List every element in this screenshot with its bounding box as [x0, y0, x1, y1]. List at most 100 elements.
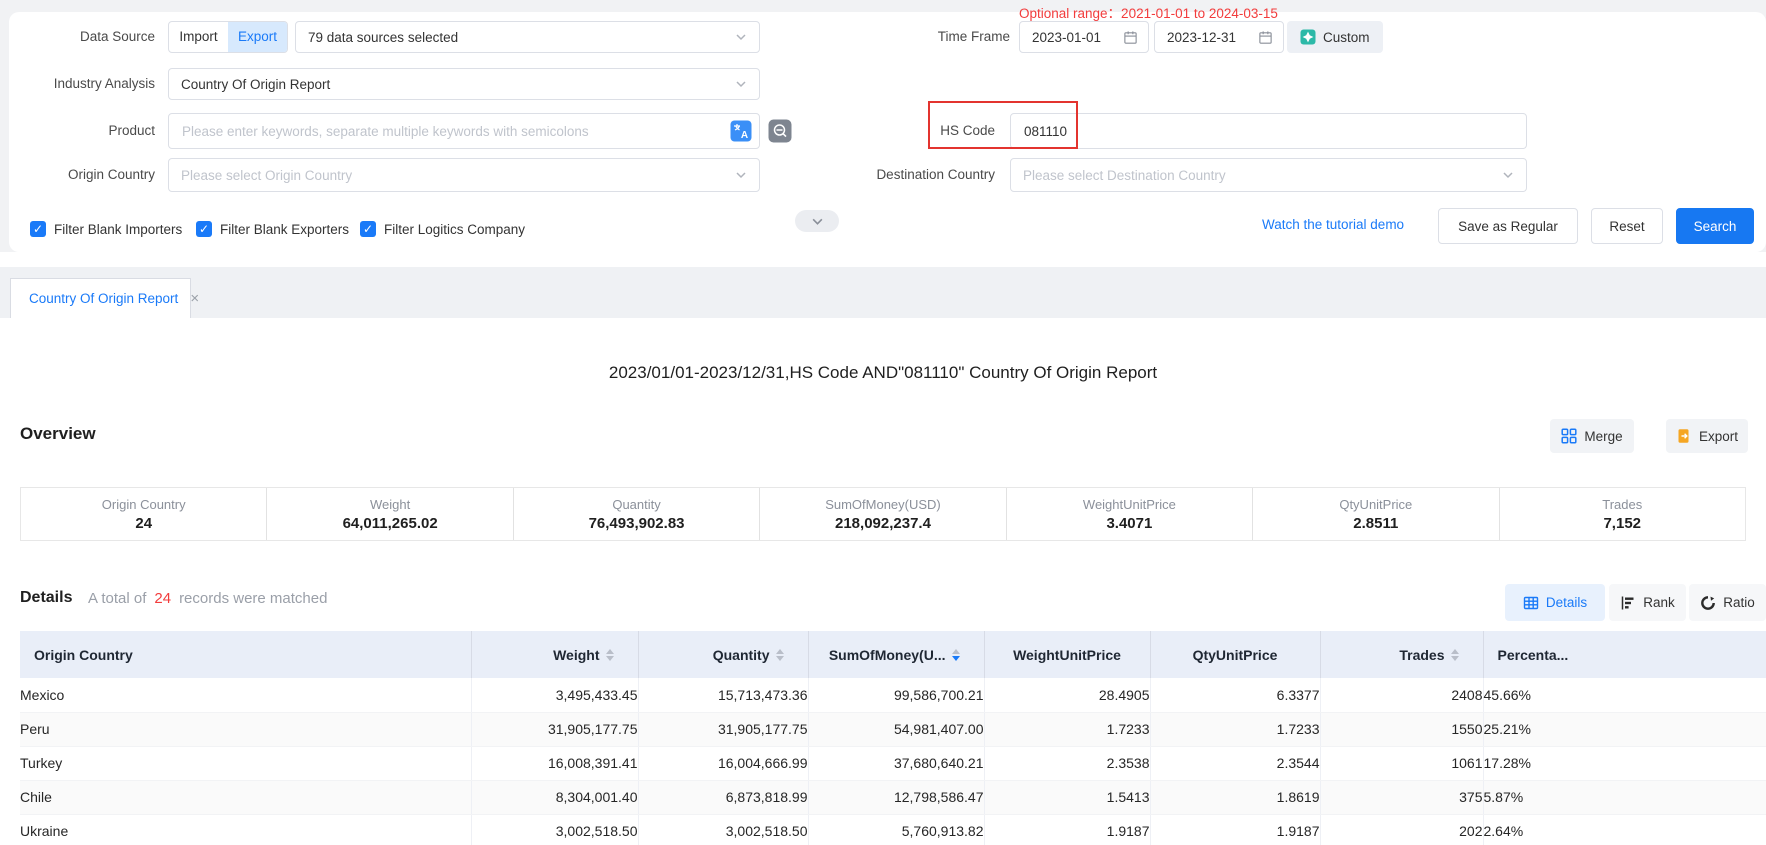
- cell-trades: 1550: [1320, 712, 1483, 746]
- checkbox-label: Filter Blank Exporters: [220, 222, 349, 237]
- start-date-input[interactable]: 2023-01-01: [1019, 21, 1149, 53]
- custom-label: Custom: [1323, 30, 1370, 45]
- cell-weight: 3,002,518.50: [471, 814, 638, 845]
- sort-icon[interactable]: [1451, 649, 1459, 661]
- hs-code-input[interactable]: [1010, 113, 1527, 149]
- export-file-icon: [1676, 428, 1692, 444]
- col-trades[interactable]: Trades: [1320, 631, 1483, 678]
- end-date-value: 2023-12-31: [1167, 30, 1258, 45]
- tab-country-of-origin-report[interactable]: Country Of Origin Report ×: [10, 278, 191, 318]
- cell-percentage: 45.66%: [1483, 678, 1766, 712]
- svg-text:A: A: [741, 130, 748, 141]
- cell-country: Ukraine: [20, 814, 471, 845]
- export-label: Export: [1699, 429, 1738, 444]
- table-row[interactable]: Turkey 16,008,391.41 16,004,666.99 37,68…: [20, 746, 1766, 780]
- industry-analysis-select[interactable]: Country Of Origin Report: [168, 68, 760, 100]
- stat-qty-unit-price: QtyUnitPrice2.8511: [1252, 488, 1498, 540]
- cell-weight: 31,905,177.75: [471, 712, 638, 746]
- sort-icon[interactable]: [776, 649, 784, 661]
- view-details-button[interactable]: Details: [1505, 584, 1605, 621]
- sort-icon[interactable]: [606, 649, 614, 661]
- translate-icon[interactable]: A: [730, 120, 752, 142]
- cell-weight: 8,304,001.40: [471, 780, 638, 814]
- cell-trades: 2408: [1320, 678, 1483, 712]
- custom-range-button[interactable]: Custom: [1287, 21, 1383, 53]
- collapse-filters-button[interactable]: [795, 210, 839, 232]
- filter-blank-exporters-checkbox[interactable]: ✓ Filter Blank Exporters: [196, 220, 349, 238]
- export-button[interactable]: Export: [1666, 419, 1748, 453]
- cell-sum: 54,981,407.00: [808, 712, 984, 746]
- cell-weight: 3,495,433.45: [471, 678, 638, 712]
- overview-heading: Overview: [20, 424, 96, 444]
- cell-quantity: 15,713,473.36: [638, 678, 808, 712]
- stat-quantity: Quantity76,493,902.83: [513, 488, 759, 540]
- origin-country-select[interactable]: Please select Origin Country: [168, 158, 760, 192]
- merge-icon: [1561, 428, 1577, 444]
- product-input[interactable]: [168, 113, 760, 149]
- export-toggle[interactable]: Export: [228, 22, 287, 52]
- table-row[interactable]: Peru 31,905,177.75 31,905,177.75 54,981,…: [20, 712, 1766, 746]
- tutorial-demo-link[interactable]: Watch the tutorial demo: [1262, 217, 1404, 232]
- table-row[interactable]: Ukraine 3,002,518.50 3,002,518.50 5,760,…: [20, 814, 1766, 845]
- destination-country-select[interactable]: Please select Destination Country: [1010, 158, 1527, 192]
- cell-quantity: 16,004,666.99: [638, 746, 808, 780]
- import-toggle[interactable]: Import: [169, 22, 228, 52]
- col-sum-of-money[interactable]: SumOfMoney(U...: [808, 631, 984, 678]
- total-suffix: records were matched: [179, 590, 327, 607]
- details-table-wrap: Origin Country Weight Quantity SumOfMone…: [20, 631, 1766, 845]
- filter-logistics-company-checkbox[interactable]: ✓ Filter Logitics Company: [360, 220, 525, 238]
- col-weight[interactable]: Weight: [471, 631, 638, 678]
- cell-weight-unit-price: 1.5413: [984, 780, 1150, 814]
- view-ratio-button[interactable]: Ratio: [1689, 584, 1766, 621]
- col-quantity[interactable]: Quantity: [638, 631, 808, 678]
- data-sources-select[interactable]: 79 data sources selected: [295, 21, 760, 53]
- chevron-down-icon: [1502, 169, 1514, 181]
- col-qty-unit-price: QtyUnitPrice: [1150, 631, 1320, 678]
- merge-button[interactable]: Merge: [1550, 419, 1634, 453]
- save-as-regular-button[interactable]: Save as Regular: [1438, 208, 1578, 244]
- filter-blank-importers-checkbox[interactable]: ✓ Filter Blank Importers: [30, 220, 182, 238]
- view-details-label: Details: [1546, 595, 1587, 610]
- cell-sum: 99,586,700.21: [808, 678, 984, 712]
- view-rank-button[interactable]: Rank: [1609, 584, 1686, 621]
- cell-sum: 12,798,586.47: [808, 780, 984, 814]
- product-label: Product: [0, 113, 155, 149]
- destination-country-placeholder: Please select Destination Country: [1023, 168, 1496, 183]
- tab-bar: [0, 267, 1766, 318]
- data-source-label: Data Source: [0, 21, 155, 53]
- table-row[interactable]: Chile 8,304,001.40 6,873,818.99 12,798,5…: [20, 780, 1766, 814]
- total-prefix: A total of: [88, 590, 146, 607]
- details-table: Origin Country Weight Quantity SumOfMone…: [20, 631, 1766, 845]
- origin-country-placeholder: Please select Origin Country: [181, 168, 729, 183]
- cell-weight-unit-price: 1.9187: [984, 814, 1150, 845]
- records-matched-text: A total of 24 records were matched: [88, 590, 327, 607]
- merge-label: Merge: [1584, 429, 1622, 444]
- search-button[interactable]: Search: [1676, 208, 1754, 244]
- overview-stats-bar: Origin Country24 Weight64,011,265.02 Qua…: [20, 487, 1746, 541]
- optional-range-hint: Optional range：2021-01-01 to 2024-03-15: [1019, 2, 1278, 22]
- rank-chart-icon: [1620, 595, 1636, 611]
- sort-icon-active-desc[interactable]: [952, 649, 960, 661]
- industry-analysis-value: Country Of Origin Report: [181, 77, 729, 92]
- chevron-down-icon: [735, 78, 747, 90]
- end-date-input[interactable]: 2023-12-31: [1154, 21, 1284, 53]
- cell-sum: 37,680,640.21: [808, 746, 984, 780]
- chevron-down-icon: [735, 169, 747, 181]
- table-header-row: Origin Country Weight Quantity SumOfMone…: [20, 631, 1766, 678]
- cell-quantity: 6,873,818.99: [638, 780, 808, 814]
- table-row[interactable]: Mexico 3,495,433.45 15,713,473.36 99,586…: [20, 678, 1766, 712]
- cell-country: Chile: [20, 780, 471, 814]
- reset-button[interactable]: Reset: [1591, 208, 1663, 244]
- checkbox-label: Filter Logitics Company: [384, 222, 525, 237]
- close-icon[interactable]: ×: [178, 290, 211, 307]
- cell-weight-unit-price: 28.4905: [984, 678, 1150, 712]
- hs-code-label: HS Code: [855, 113, 995, 149]
- cell-country: Turkey: [20, 746, 471, 780]
- image-search-icon[interactable]: [768, 119, 792, 143]
- stat-weight: Weight64,011,265.02: [266, 488, 512, 540]
- custom-icon: [1300, 29, 1316, 45]
- details-heading: Details: [20, 589, 72, 607]
- hs-code-field: [1010, 113, 1527, 149]
- cell-percentage: 5.87%: [1483, 780, 1766, 814]
- checkbox-check-icon: ✓: [30, 221, 46, 237]
